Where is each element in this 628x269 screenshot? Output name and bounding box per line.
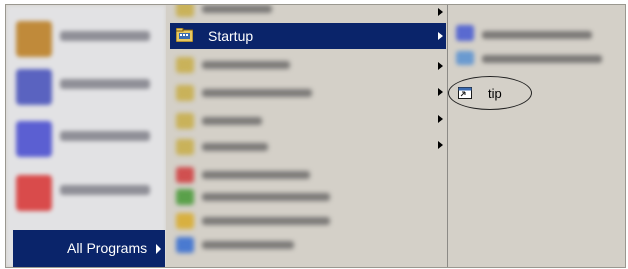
pinned-program-item[interactable] — [14, 171, 164, 215]
startup-menu-item[interactable]: Startup — [170, 23, 446, 49]
program-menu-item[interactable] — [172, 55, 372, 75]
pinned-program-item[interactable] — [14, 65, 164, 109]
chevron-right-icon — [438, 88, 443, 96]
startup-label: Startup — [208, 28, 254, 44]
folder-icon — [176, 28, 193, 42]
program-menu-item[interactable] — [172, 83, 372, 103]
chevron-right-icon — [438, 32, 443, 40]
chevron-right-icon — [438, 62, 443, 70]
chevron-right-icon — [438, 115, 443, 123]
start-menu-screenshot: All Programs Startup tip — [5, 4, 626, 268]
pinned-program-item[interactable] — [14, 17, 164, 61]
chevron-right-icon — [438, 141, 443, 149]
programs-submenu: Startup — [166, 5, 450, 267]
program-menu-item[interactable] — [172, 137, 372, 157]
program-menu-item[interactable] — [172, 165, 372, 185]
program-menu-item[interactable] — [172, 187, 372, 207]
chevron-right-icon — [438, 8, 443, 16]
start-menu-left-column — [6, 5, 166, 267]
program-menu-item[interactable] — [172, 111, 372, 131]
all-programs-button[interactable]: All Programs — [13, 230, 165, 267]
startup-submenu: tip — [447, 5, 625, 267]
program-menu-item[interactable] — [172, 235, 372, 255]
chevron-right-icon — [156, 244, 161, 254]
program-menu-item[interactable] — [172, 211, 372, 231]
all-programs-label: All Programs — [67, 240, 148, 256]
program-menu-item[interactable] — [172, 5, 372, 19]
pinned-program-item[interactable] — [14, 117, 164, 161]
highlight-ellipse — [448, 76, 532, 110]
